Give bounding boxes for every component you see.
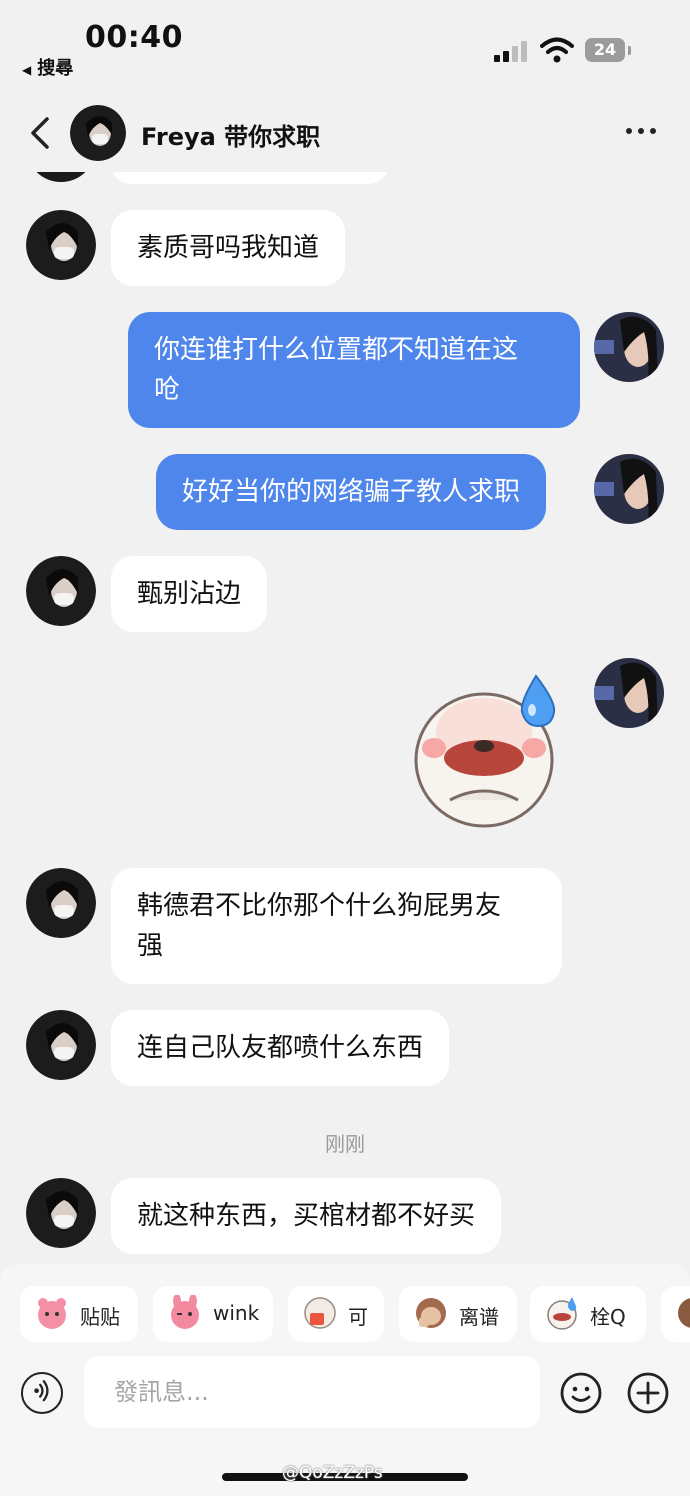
incoming-message-bubble[interactable]: 连自己队友都喷什么东西	[111, 1010, 450, 1086]
quick-reply-chip[interactable]: 离谱	[399, 1286, 517, 1342]
cellular-signal-icon	[494, 40, 530, 62]
quick-reply-label: 离谱	[459, 1305, 499, 1329]
status-bar: 00:40 ◀ 搜尋 24	[0, 0, 690, 90]
my-message-avatar[interactable]	[594, 454, 664, 524]
contact-message-avatar[interactable]	[26, 556, 96, 626]
chat-header: Freya 带你求职	[0, 96, 690, 172]
contact-message-avatar[interactable]	[26, 210, 96, 280]
back-app-label: 搜尋	[37, 58, 74, 79]
incoming-message-bubble[interactable]: 素质哥吗我知道	[111, 210, 346, 286]
incoming-message-text: 韩德君不比你那个什么狗屁男友 强	[137, 891, 502, 961]
outgoing-message-bubble[interactable]: 你连谁打什么位置都不知道在这 呛	[128, 312, 580, 428]
more-options-icon[interactable]	[624, 124, 658, 138]
quick-reply-label: 可	[348, 1305, 368, 1329]
wink-sticker-icon	[171, 1295, 199, 1329]
quick-reply-chip[interactable]: 栓Q	[530, 1286, 646, 1342]
timestamp-separator: 刚刚	[325, 1132, 365, 1156]
partial-message-bubble	[111, 172, 389, 184]
contact-message-avatar[interactable]	[26, 1010, 96, 1080]
battery-icon: 24	[585, 38, 625, 62]
ok-sticker-icon	[304, 1297, 336, 1329]
monkey-sticker-icon	[678, 1298, 690, 1328]
sweat-drop-sticker[interactable]	[412, 672, 568, 828]
back-to-search-link[interactable]: ◀ 搜尋	[22, 54, 73, 80]
quick-sticker-row[interactable]: 贴贴 wink 可 离谱 栓Q	[20, 1286, 690, 1342]
incoming-message-bubble[interactable]: 就这种东西，买棺材都不好买	[111, 1178, 502, 1254]
quick-reply-chip[interactable]: 贴贴	[20, 1286, 138, 1342]
incoming-message-bubble[interactable]: 甄别沾边	[111, 556, 268, 632]
message-input[interactable]	[84, 1356, 540, 1428]
partial-avatar	[26, 172, 96, 182]
voice-message-icon[interactable]	[21, 1372, 63, 1414]
wifi-icon	[540, 37, 574, 63]
battery-cap	[628, 46, 631, 55]
contact-message-avatar[interactable]	[26, 868, 96, 938]
message-list[interactable]: 素质哥吗我知道 你连谁打什么位置都不知道在这 呛 好好当你的网络骗子教人求职 甄…	[0, 172, 690, 1262]
composer-panel: 贴贴 wink 可 离谱 栓Q 發訊息... @QoZzZzPs	[0, 1264, 690, 1496]
my-message-avatar[interactable]	[594, 658, 664, 728]
weibo-watermark: @QoZzZzPs	[282, 1463, 383, 1483]
status-time: 00:40	[85, 20, 183, 55]
incoming-message-bubble[interactable]: 韩德君不比你那个什么狗屁男友 强	[111, 868, 562, 984]
quick-reply-chip[interactable]: wink	[153, 1286, 273, 1342]
quick-reply-chip-partial[interactable]	[661, 1286, 690, 1342]
my-message-avatar[interactable]	[594, 312, 664, 382]
emoji-icon[interactable]	[560, 1372, 602, 1414]
facepalm-sticker-icon	[416, 1298, 446, 1328]
outgoing-message-text: 你连谁打什么位置都不知道在这 呛	[154, 335, 519, 405]
outgoing-message-bubble[interactable]: 好好当你的网络骗子教人求职	[156, 454, 547, 530]
quick-reply-chip[interactable]: 可	[288, 1286, 384, 1342]
quick-reply-label: 栓Q	[590, 1305, 626, 1329]
sweat-sticker-icon	[547, 1297, 577, 1330]
quick-reply-label: 贴贴	[80, 1305, 120, 1329]
chat-title: Freya 带你求职	[141, 123, 321, 151]
add-attachment-icon[interactable]	[627, 1372, 669, 1414]
hug-sticker-icon	[38, 1298, 66, 1329]
contact-message-avatar[interactable]	[26, 1178, 96, 1248]
input-row	[0, 1356, 690, 1430]
quick-reply-label: wink	[213, 1301, 260, 1325]
contact-avatar[interactable]	[70, 105, 126, 161]
back-triangle-icon: ◀	[22, 63, 32, 77]
back-arrow-icon[interactable]	[28, 116, 52, 150]
